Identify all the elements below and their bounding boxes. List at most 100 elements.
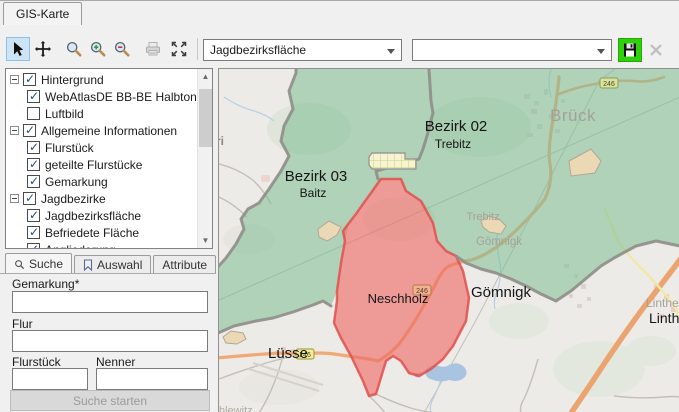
printer-icon [144, 40, 162, 58]
place-label-linthe: Linthe [649, 310, 679, 326]
layer-label: Luftbild [45, 107, 84, 121]
layer-tree-item[interactable]: Befriedete Fläche [7, 224, 196, 241]
flur-field[interactable] [12, 330, 208, 352]
layer-tree-item[interactable]: Luftbild [7, 105, 196, 122]
checkbox[interactable] [27, 107, 40, 120]
chevron-down-icon [387, 49, 395, 54]
gemarkung-field[interactable] [12, 291, 208, 313]
scrollbar-thumb[interactable] [199, 89, 212, 147]
layer-label: Allgemeine Informationen [41, 124, 177, 138]
map-label-brueck: Brück [550, 106, 596, 125]
map-label-linthe: Linthe [646, 296, 679, 310]
layer-tree-item[interactable]: Hintergrund [7, 71, 196, 88]
map-label-trebitz: Trebitz [466, 211, 499, 223]
map-toolbar: Jagdbezirksfläche [0, 25, 679, 65]
layer-tree-item[interactable]: Angliederung [7, 241, 196, 249]
tab-gis-karte[interactable]: GIS-Karte [3, 2, 82, 25]
zoom-tool-button[interactable] [62, 37, 86, 61]
feature-dropdown[interactable] [412, 39, 612, 61]
pan-tool-button[interactable] [31, 37, 55, 61]
flur-label: Flur [12, 317, 33, 331]
checkbox[interactable] [23, 73, 36, 86]
zoom-in-icon [89, 40, 107, 58]
layer-label: Angliederung [45, 243, 116, 250]
layer-label: Jagdbezirksfläche [45, 209, 141, 223]
gemarkung-label: Gemarkung* [12, 277, 79, 291]
district-label-bezirk02: Bezirk 02 [425, 118, 488, 135]
tab-auswahl[interactable]: Auswahl [74, 255, 151, 274]
collapse-icon[interactable] [10, 126, 19, 135]
layer-tree-item[interactable]: WebAtlasDE BB-BE Halbton [7, 88, 196, 105]
layer-tree: Hintergrund WebAtlasDE BB-BE Halbton Luf… [5, 68, 213, 249]
layer-label: Befriedete Fläche [45, 226, 139, 240]
checkbox[interactable] [27, 175, 40, 188]
map-label-partial-bottom: hlewitz [219, 405, 253, 412]
nenner-label: Nenner [96, 355, 135, 369]
tab-attribute[interactable]: Attribute [153, 255, 216, 274]
tab-suche-label: Suche [29, 257, 63, 271]
scroll-up-icon[interactable]: ▲ [198, 69, 213, 84]
collapse-icon[interactable] [10, 194, 19, 203]
save-button[interactable] [618, 38, 642, 62]
checkbox[interactable] [27, 243, 40, 249]
layer-label: Flurstück [45, 141, 94, 155]
nenner-field[interactable] [96, 368, 208, 390]
fullscreen-icon [170, 40, 188, 58]
floppy-save-icon [622, 42, 638, 58]
toolbar-separator [197, 38, 198, 60]
layer-label: Gemarkung [45, 175, 108, 189]
tab-auswahl-label: Auswahl [97, 258, 142, 272]
layer-tree-item[interactable]: Jagdbezirke [7, 190, 196, 207]
select-arrow-icon [9, 40, 27, 58]
map-canvas[interactable]: 246 246 246 Brück Trebitz Gömnigk Linthe… [218, 68, 679, 412]
checkbox[interactable] [27, 90, 40, 103]
checkbox[interactable] [27, 226, 40, 239]
checkbox[interactable] [27, 209, 40, 222]
tab-gis-karte-label: GIS-Karte [16, 7, 69, 21]
layer-type-dropdown-value: Jagdbezirksfläche [210, 43, 306, 57]
place-label-goemnigk: Gömnigk [471, 284, 532, 301]
panel-tabbar: Suche Auswahl Attribute [5, 253, 218, 274]
zoom-out-tool-button[interactable] [110, 37, 134, 61]
pan-icon [34, 40, 52, 58]
tab-suche[interactable]: Suche [5, 253, 72, 274]
tabbar-divider [0, 0, 679, 1]
district-sublabel-baitz: Baitz [300, 186, 327, 200]
chevron-down-icon [597, 49, 605, 54]
layer-type-dropdown[interactable]: Jagdbezirksfläche [203, 39, 402, 61]
layer-label: geteilte Flurstücke [45, 158, 142, 172]
layer-tree-item[interactable]: Gemarkung [7, 173, 196, 190]
panel-tab-divider [0, 273, 216, 274]
print-button[interactable] [141, 37, 165, 61]
layer-tree-item[interactable]: Allgemeine Informationen [7, 122, 196, 139]
place-label-neschholz: Neschholz [368, 291, 429, 306]
road-shield-246-brueck: 246 [600, 78, 618, 88]
layer-label: Hintergrund [41, 73, 104, 87]
layer-label: Jagdbezirke [41, 192, 106, 206]
tab-attribute-label: Attribute [162, 258, 207, 272]
bookmark-icon [83, 259, 93, 271]
flurstueck-field[interactable] [12, 368, 88, 390]
tree-scrollbar[interactable]: ▲ ▼ [197, 69, 212, 248]
place-label-luesse: Lüsse [268, 345, 308, 362]
checkbox[interactable] [27, 158, 40, 171]
map-label-partial-left: ri [219, 134, 224, 148]
fullscreen-button[interactable] [167, 37, 191, 61]
collapse-icon[interactable] [10, 75, 19, 84]
svg-text:246: 246 [603, 81, 615, 88]
map-label-goemnigk: Gömnigk [476, 236, 522, 248]
select-tool-button[interactable] [6, 37, 30, 61]
layer-label: WebAtlasDE BB-BE Halbton [45, 90, 197, 104]
close-x-icon [648, 42, 664, 58]
suche-starten-button[interactable]: Suche starten [10, 390, 210, 411]
checkbox[interactable] [27, 141, 40, 154]
layer-tree-item[interactable]: geteilte Flurstücke [7, 156, 196, 173]
layer-tree-item[interactable]: Jagdbezirksfläche [7, 207, 196, 224]
close-button[interactable] [645, 38, 667, 62]
zoom-out-icon [113, 40, 131, 58]
checkbox[interactable] [23, 124, 36, 137]
layer-tree-item[interactable]: Flurstück [7, 139, 196, 156]
zoom-in-tool-button[interactable] [86, 37, 110, 61]
scroll-down-icon[interactable]: ▼ [198, 233, 213, 248]
checkbox[interactable] [23, 192, 36, 205]
